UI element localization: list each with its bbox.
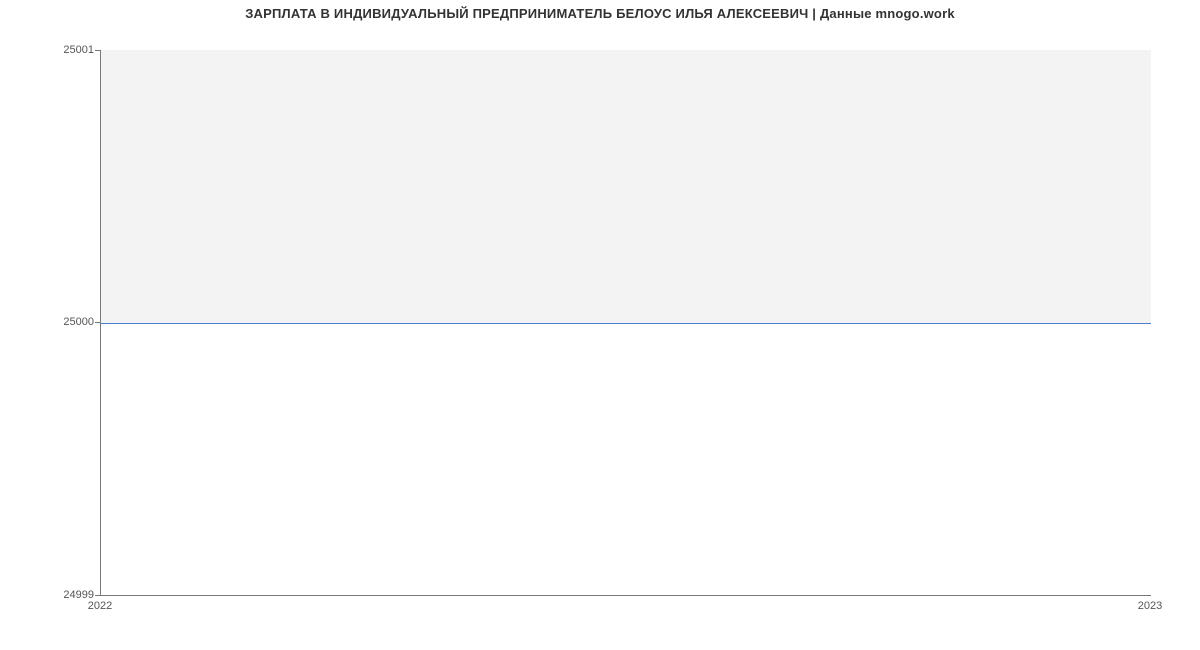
x-tick-label: 2023 [1138,600,1162,612]
y-tick-text: 25000 [63,316,94,328]
y-tick-label: 25000 [4,316,94,328]
area-fill [101,50,1151,323]
chart-container: ЗАРПЛАТА В ИНДИВИДУАЛЬНЫЙ ПРЕДПРИНИМАТЕЛ… [0,0,1200,650]
y-tick-label: 25001 [4,44,94,56]
data-line [101,323,1151,324]
y-tick-text: 25001 [63,44,94,56]
chart-title: ЗАРПЛАТА В ИНДИВИДУАЛЬНЫЙ ПРЕДПРИНИМАТЕЛ… [0,6,1200,21]
y-tick-label: 24999 [4,589,94,601]
plot-area [100,50,1151,596]
x-tick-label: 2022 [88,600,112,612]
